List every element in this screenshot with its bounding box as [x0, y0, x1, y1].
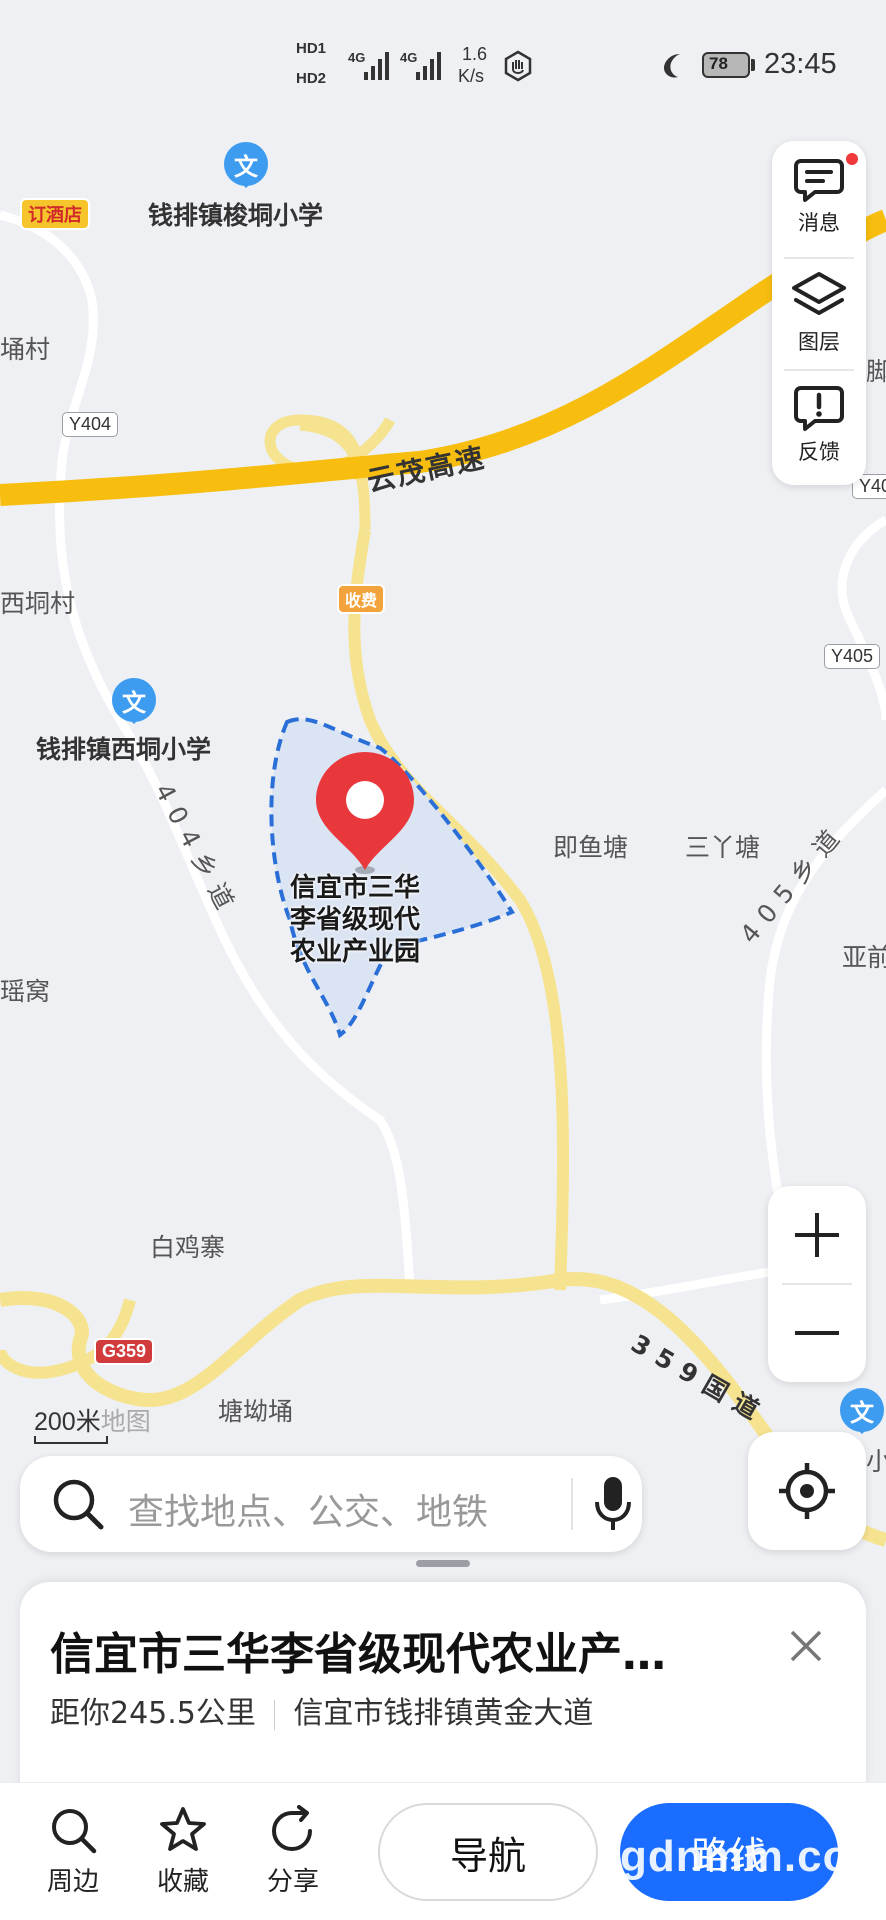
- clock: 23:45: [764, 48, 837, 80]
- hand-icon: [504, 50, 532, 82]
- minus-icon: [795, 1331, 839, 1335]
- crosshair-icon: [779, 1463, 835, 1519]
- message-icon: [794, 159, 844, 202]
- place-label: 小: [866, 1447, 886, 1476]
- sim2-label: HD2: [296, 70, 327, 87]
- microphone-icon[interactable]: [593, 1474, 633, 1534]
- navigate-button[interactable]: 导航: [378, 1803, 598, 1901]
- signal-icon: [416, 52, 441, 80]
- net-speed-value: 1.6: [462, 44, 488, 64]
- moon-icon: [664, 54, 680, 78]
- park-label-line1: 信宜市三华: [290, 873, 421, 903]
- search-icon: [52, 1809, 97, 1854]
- share-icon: [271, 1805, 312, 1852]
- divider: [571, 1478, 573, 1530]
- star-icon: [160, 1807, 206, 1851]
- navigate-label: 导航: [449, 1833, 526, 1878]
- place-distance: 距你245.5公里: [50, 1696, 256, 1731]
- place-label: 三丫塘: [685, 833, 761, 862]
- battery-tip: [751, 59, 755, 71]
- battery-level: 78: [709, 54, 728, 73]
- school-label-top[interactable]: 钱排镇梭垌小学: [148, 196, 323, 232]
- place-title: 信宜市三华李省级现代农业产…: [50, 1629, 666, 1680]
- hotel-badge[interactable]: 订酒店: [20, 198, 90, 230]
- feedback-label: 反馈: [798, 440, 840, 464]
- feedback-button[interactable]: 反馈: [772, 371, 866, 479]
- network-1-label: 4G: [348, 50, 366, 65]
- divider: [273, 1699, 276, 1730]
- location-pin-icon[interactable]: [312, 748, 418, 878]
- locate-me-button[interactable]: [748, 1432, 866, 1550]
- watermark: gdnmm.com: [620, 1832, 886, 1881]
- sheet-drag-handle[interactable]: [416, 1560, 470, 1567]
- park-label: 信宜市三华 李省级现代 农业产业园: [290, 872, 420, 968]
- sim1-label: HD1: [296, 40, 327, 57]
- map-brand-label: 地图: [100, 1408, 151, 1436]
- village-label: 西垌村: [0, 589, 76, 618]
- scale-bar: [34, 1436, 108, 1444]
- zoom-out-button[interactable]: [768, 1284, 866, 1382]
- village-label: 埇村: [0, 335, 51, 364]
- search-bar[interactable]: 查找地点、公交、地铁: [20, 1456, 642, 1552]
- village-label: 瑶窝: [0, 977, 51, 1006]
- place-label: 脚: [866, 357, 886, 386]
- place-meta: 距你245.5公里 信宜市钱排镇黄金大道: [50, 1688, 593, 1732]
- messages-button[interactable]: 消息: [772, 143, 866, 251]
- road-badge-y405: Y405: [824, 644, 881, 669]
- messages-label: 消息: [798, 211, 840, 235]
- plus-icon: [795, 1213, 839, 1257]
- place-label: 亚前: [842, 943, 886, 972]
- search-input[interactable]: 查找地点、公交、地铁: [128, 1483, 488, 1535]
- nearby-label: 周边: [46, 1867, 99, 1897]
- place-address: 信宜市钱排镇黄金大道: [293, 1696, 594, 1731]
- place-label: 塘坳埇: [218, 1397, 294, 1426]
- scale-label: 200米: [34, 1408, 101, 1436]
- map-scale: 200米地图: [34, 1402, 151, 1438]
- school-icon[interactable]: 文: [840, 1388, 884, 1434]
- nearby-button[interactable]: 周边: [28, 1805, 118, 1898]
- road-badge-g359: G359: [94, 1338, 155, 1365]
- share-button[interactable]: 分享: [248, 1805, 338, 1898]
- park-label-line3: 农业产业园: [290, 937, 421, 967]
- favorite-label: 收藏: [156, 1867, 209, 1897]
- place-label: 即鱼塘: [553, 833, 629, 862]
- network-2-label: 4G: [400, 50, 418, 65]
- layers-label: 图层: [798, 330, 840, 354]
- park-label-line2: 李省级现代: [290, 905, 421, 935]
- zoom-control: [768, 1186, 866, 1382]
- layers-button[interactable]: 图层: [772, 259, 866, 367]
- school-icon[interactable]: 文: [112, 678, 156, 724]
- zoom-in-button[interactable]: [768, 1186, 866, 1284]
- feedback-icon: [794, 386, 844, 431]
- map-tool-panel: 消息 图层 反馈: [772, 141, 866, 485]
- share-label: 分享: [266, 1867, 319, 1897]
- toll-badge: 收费: [337, 584, 386, 614]
- school-icon[interactable]: 文: [224, 142, 268, 188]
- status-bar: HD1 HD2 4G 4G 1.6 K/s 78 23:45: [0, 0, 886, 120]
- road-badge-y404: Y404: [62, 412, 119, 437]
- notification-dot: [846, 153, 858, 165]
- net-speed-unit: K/s: [458, 66, 485, 86]
- school-label-left[interactable]: 钱排镇西垌小学: [36, 730, 211, 766]
- search-icon: [53, 1479, 104, 1530]
- battery-icon: 78: [702, 52, 750, 78]
- layers-icon: [792, 272, 846, 315]
- close-icon[interactable]: [786, 1626, 826, 1666]
- favorite-button[interactable]: 收藏: [138, 1805, 228, 1898]
- place-label: 白鸡寨: [150, 1233, 226, 1262]
- signal-icon: [364, 52, 389, 80]
